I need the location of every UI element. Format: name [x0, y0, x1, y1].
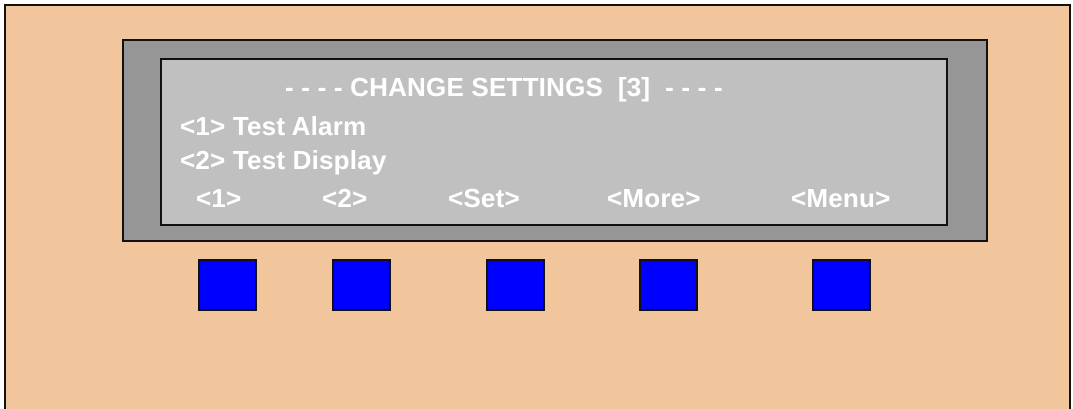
- softkey-button-1[interactable]: [198, 259, 257, 311]
- softkey-button-set[interactable]: [486, 259, 545, 311]
- softkey-label-1: <1>: [196, 183, 242, 213]
- menu-option-test-display: <2> Test Display: [180, 145, 387, 175]
- softkey-button-more[interactable]: [639, 259, 698, 311]
- menu-option-test-alarm: <1> Test Alarm: [180, 111, 367, 141]
- softkey-button-2[interactable]: [332, 259, 391, 311]
- softkey-label-2: <2>: [322, 183, 368, 213]
- softkey-label-set: <Set>: [448, 183, 520, 213]
- softkey-label-more: <More>: [607, 183, 701, 213]
- softkey-label-menu: <Menu>: [791, 183, 891, 213]
- softkey-button-menu[interactable]: [812, 259, 871, 311]
- screen-title: - - - - CHANGE SETTINGS [3] - - - -: [285, 72, 723, 102]
